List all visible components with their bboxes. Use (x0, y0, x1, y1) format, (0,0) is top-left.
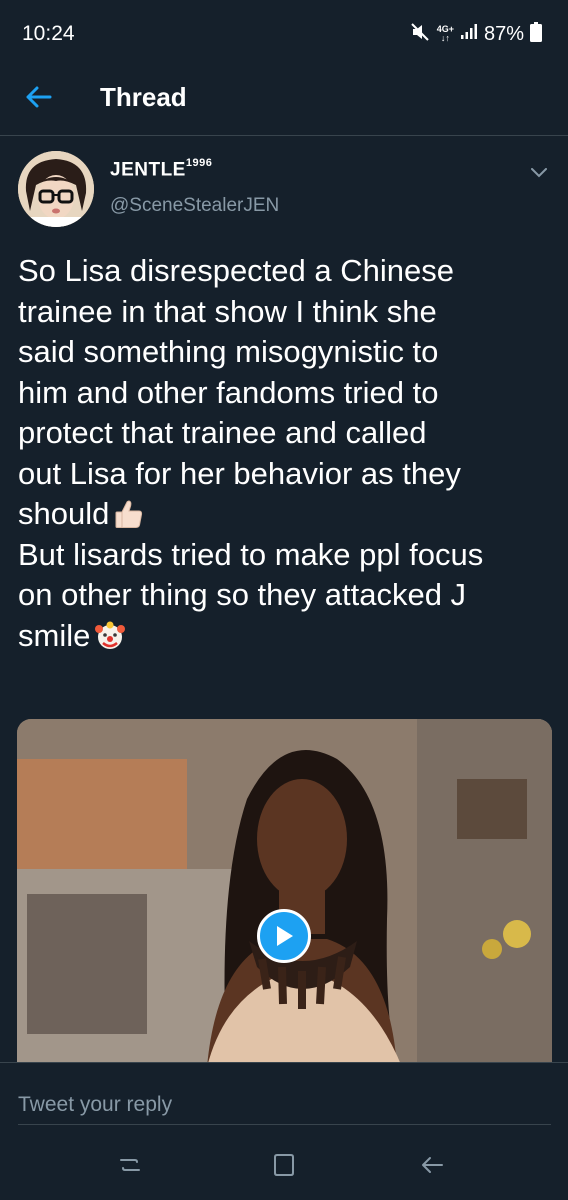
tweet-menu-button[interactable] (524, 161, 554, 185)
system-nav-bar (0, 1128, 568, 1200)
tweet-text: So Lisa disrespected a Chinese trainee i… (18, 251, 558, 656)
tweet-text-line: But lisards tried to make ppl focus (18, 536, 484, 572)
network-type: 4G+ ↓↑ (436, 24, 454, 43)
chevron-down-icon (531, 168, 547, 178)
reply-input[interactable] (18, 1085, 551, 1125)
tweet-text-line: him and other fandoms tried to (18, 374, 439, 410)
status-icons: 4G+ ↓↑ 87% (410, 20, 542, 48)
tweet: JENTLE1996 @SceneStealerJEN So Lisa disr… (0, 137, 568, 1067)
author-name[interactable]: JENTLE1996 (110, 157, 213, 181)
battery-percent: 87% (483, 22, 524, 45)
tweet-text-line: trainee in that show I think she (18, 293, 437, 329)
tweet-text-line: protect that trainee and called (18, 415, 427, 450)
thread-header: Thread (0, 60, 568, 136)
page-title: Thread (100, 82, 187, 112)
thumbs-up-emoji (115, 500, 143, 528)
status-time: 10:24 (22, 22, 75, 45)
home-button[interactable] (264, 1148, 304, 1182)
author-handle[interactable]: @SceneStealerJEN (110, 195, 279, 217)
arrow-left-icon (26, 86, 52, 108)
back-icon (422, 1157, 443, 1173)
mute-icon (410, 22, 431, 46)
reply-bar (0, 1062, 568, 1128)
tweet-text-line: on other thing so they attacked J (18, 577, 467, 612)
status-bar: 10:24 4G+ ↓↑ 87% (0, 0, 568, 60)
tweet-text-line: out Lisa for her behavior as they (18, 455, 461, 491)
author-name-superscript: 1996 (185, 157, 213, 169)
tweet-text-line: said something misogynistic to (18, 334, 439, 369)
tweet-text-line: So Lisa disrespected a Chinese (18, 253, 454, 288)
play-icon (277, 926, 293, 946)
tweet-text-segment: should (18, 496, 110, 531)
tweet-text-line-with-emoji: smile (18, 616, 558, 657)
recents-icon (120, 1159, 140, 1171)
back-button[interactable] (22, 80, 54, 114)
recents-button[interactable] (110, 1148, 150, 1182)
play-button[interactable] (257, 909, 311, 963)
tweet-text-segment: smile (18, 617, 91, 653)
nav-back-button[interactable] (412, 1148, 452, 1182)
signal-icon (460, 23, 478, 45)
tweet-text-line-with-emoji: should (18, 494, 558, 535)
tweet-video[interactable] (17, 719, 552, 1067)
home-icon (274, 1154, 294, 1176)
avatar[interactable] (18, 151, 94, 227)
clown-emoji (95, 621, 126, 649)
battery-icon (530, 21, 542, 47)
